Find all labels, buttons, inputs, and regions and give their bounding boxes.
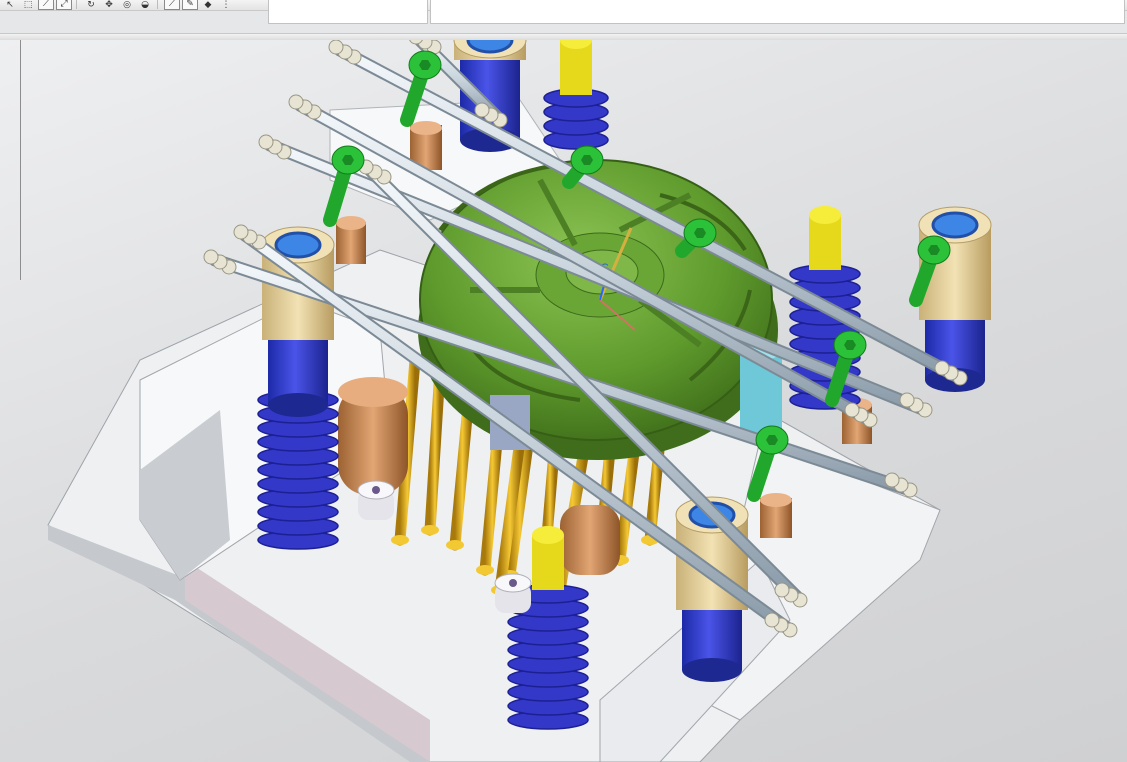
bushing-bore: [274, 231, 322, 259]
rod-fitting: [233, 224, 249, 240]
sketch-icon[interactable]: ⟋: [164, 0, 180, 10]
toolbar-separator: [76, 0, 77, 9]
graphics-viewport[interactable]: ZC: [0, 40, 1127, 762]
rod-fitting: [844, 402, 860, 418]
guide-pin-head: [532, 526, 564, 544]
cube-view-icon[interactable]: ◆: [200, 0, 216, 10]
ejector-pin-head: [421, 525, 439, 535]
rod-fitting: [934, 360, 950, 376]
rotate-icon[interactable]: ↻: [83, 0, 99, 10]
viewport-left-rule: [20, 40, 21, 280]
fit-view-icon[interactable]: ◎: [119, 0, 135, 10]
rod-fitting: [764, 612, 780, 628]
return-spring: [543, 40, 609, 150]
rod-fitting: [899, 392, 915, 408]
rod-fitting: [258, 134, 274, 150]
mold-assembly-model[interactable]: ZC: [0, 40, 1127, 762]
rod-fitting: [203, 249, 219, 265]
bushing-bore: [931, 211, 979, 239]
select-filter-icon[interactable]: ⬚: [20, 0, 36, 10]
ejector-pin-head: [391, 535, 409, 545]
ejector-pin-head: [476, 565, 494, 575]
bushing-bore: [466, 40, 514, 54]
rod-fitting: [474, 102, 490, 118]
edit-icon[interactable]: ✎: [182, 0, 198, 10]
rod-fitting: [884, 472, 900, 488]
rod-fitting: [288, 94, 304, 110]
snap-end-icon[interactable]: ⤢: [56, 0, 72, 10]
snap-line-icon[interactable]: ⟋: [38, 0, 54, 10]
shade-icon[interactable]: ◒: [137, 0, 153, 10]
toolbar-field-right: [430, 0, 1125, 24]
command-field[interactable]: [268, 0, 428, 24]
ejector-pin-head: [446, 540, 464, 550]
toolbar-separator: [157, 0, 158, 9]
rod-fitting: [774, 582, 790, 598]
toolbar-icon-row: ↖ ⬚ ⟋ ⤢ ↻ ✥ ◎ ◒ ⟋ ✎ ◆ ⋮: [0, 0, 234, 10]
guide-pin-head: [809, 206, 841, 224]
pointer-select-icon[interactable]: ↖: [2, 0, 18, 10]
pan-icon[interactable]: ✥: [101, 0, 117, 10]
options-icon[interactable]: ⋮: [218, 0, 234, 10]
rod-fitting: [328, 40, 344, 55]
